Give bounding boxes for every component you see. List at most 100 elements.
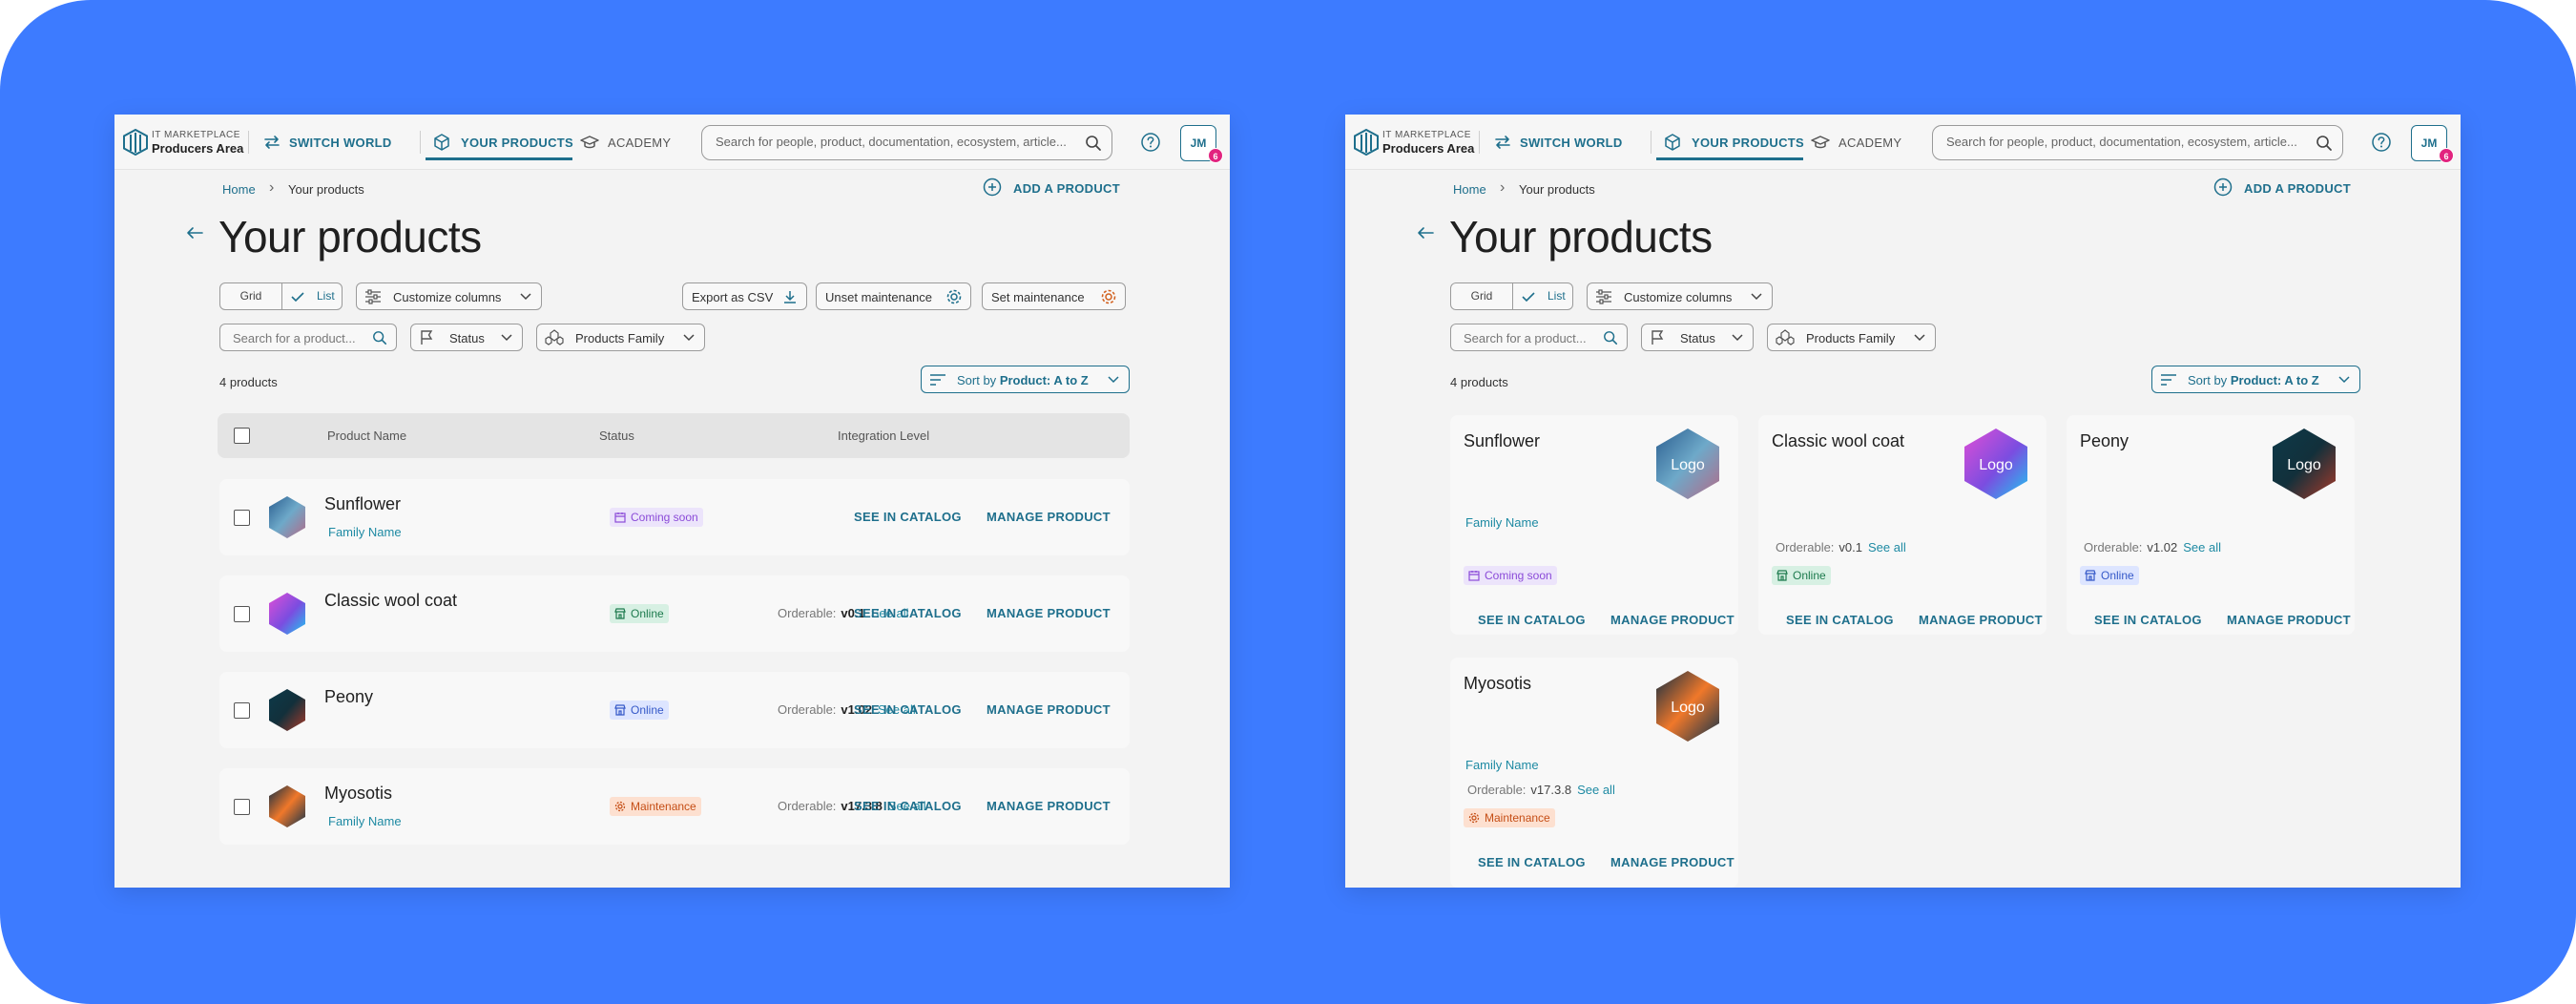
grid-view-button[interactable]: Grid: [1451, 283, 1513, 309]
see-in-catalog-link[interactable]: SEE IN CATALOG: [854, 510, 962, 524]
switch-world-link[interactable]: SWITCH WORLD: [289, 136, 392, 150]
help-icon[interactable]: [1140, 132, 1161, 153]
customize-columns-button[interactable]: Customize columns: [356, 282, 542, 310]
back-arrow-icon[interactable]: [1416, 225, 1435, 241]
check-icon: [291, 292, 304, 303]
customize-columns-button[interactable]: Customize columns: [1587, 282, 1773, 310]
logo-text: Logo: [1979, 457, 2013, 473]
chevron-down-icon: [520, 293, 531, 301]
status-badge: Maintenance: [1464, 808, 1555, 827]
product-name[interactable]: Sunflower: [1464, 431, 1540, 451]
manage-product-link[interactable]: MANAGE PRODUCT: [1610, 855, 1735, 869]
manage-product-link[interactable]: MANAGE PRODUCT: [987, 606, 1111, 620]
user-avatar[interactable]: JM 6: [1180, 125, 1223, 163]
manage-product-link[interactable]: MANAGE PRODUCT: [987, 702, 1111, 717]
list-view-button[interactable]: List: [282, 283, 342, 309]
unset-maintenance-button[interactable]: Unset maintenance: [816, 282, 971, 310]
search-icon: [373, 331, 387, 345]
manage-product-link[interactable]: MANAGE PRODUCT: [987, 510, 1111, 524]
column-integration-level[interactable]: Integration Level: [838, 429, 929, 443]
global-search-input[interactable]: [716, 135, 1069, 149]
product-logo: Logo: [1964, 429, 2027, 499]
notification-badge: 6: [2439, 148, 2454, 163]
search-icon[interactable]: [2316, 135, 2333, 152]
see-in-catalog-link[interactable]: SEE IN CATALOG: [2094, 613, 2202, 627]
family-name-link[interactable]: Family Name: [328, 525, 402, 539]
sort-icon: [2161, 374, 2176, 386]
products-family-filter[interactable]: Products Family: [536, 324, 705, 351]
search-icon[interactable]: [1085, 135, 1102, 152]
product-name[interactable]: Peony: [324, 687, 373, 707]
breadcrumb-chevron-icon: ›: [269, 179, 275, 196]
tab-academy[interactable]: ACADEMY: [1839, 136, 1901, 150]
global-search-input[interactable]: [1946, 135, 2299, 149]
logo-text: Logo: [2287, 457, 2321, 473]
product-search[interactable]: Search for a product...: [1450, 324, 1628, 351]
switch-world-link[interactable]: SWITCH WORLD: [1520, 136, 1623, 150]
orderable-info: Orderable: v17.3.8 See all: [1467, 783, 1615, 797]
grid-view-button[interactable]: Grid: [220, 283, 282, 309]
see-all-link[interactable]: See all: [1868, 540, 1906, 554]
product-logo: Logo: [1656, 671, 1719, 742]
store-icon: [614, 608, 626, 619]
orderable-label: Orderable:: [2084, 540, 2143, 554]
status-filter[interactable]: Status: [410, 324, 523, 351]
tab-your-products[interactable]: YOUR PRODUCTS: [461, 136, 573, 150]
status-filter[interactable]: Status: [1641, 324, 1754, 351]
see-in-catalog-link[interactable]: SEE IN CATALOG: [1478, 855, 1586, 869]
column-status[interactable]: Status: [599, 429, 634, 443]
global-search[interactable]: [1932, 125, 2343, 160]
tab-your-products[interactable]: YOUR PRODUCTS: [1692, 136, 1804, 150]
see-in-catalog-link[interactable]: SEE IN CATALOG: [854, 799, 962, 813]
status-badge: Maintenance: [610, 797, 701, 816]
manage-product-link[interactable]: MANAGE PRODUCT: [987, 799, 1111, 813]
see-in-catalog-link[interactable]: SEE IN CATALOG: [854, 606, 962, 620]
user-avatar[interactable]: JM 6: [2411, 125, 2454, 163]
products-family-filter[interactable]: Products Family: [1767, 324, 1936, 351]
row-checkbox[interactable]: [234, 799, 250, 815]
tab-academy[interactable]: ACADEMY: [608, 136, 671, 150]
see-in-catalog-link[interactable]: SEE IN CATALOG: [854, 702, 962, 717]
status-text: Coming soon: [1485, 569, 1552, 582]
academy-cap-icon: [1811, 136, 1830, 149]
store-icon: [2085, 570, 2096, 581]
row-checkbox[interactable]: [234, 702, 250, 719]
product-name[interactable]: Sunflower: [324, 494, 401, 514]
logo-mark-icon: [123, 129, 148, 156]
manage-product-link[interactable]: MANAGE PRODUCT: [1610, 613, 1735, 627]
help-icon[interactable]: [2371, 132, 2392, 153]
manage-product-link[interactable]: MANAGE PRODUCT: [1919, 613, 2043, 627]
row-checkbox[interactable]: [234, 606, 250, 622]
see-in-catalog-link[interactable]: SEE IN CATALOG: [1478, 613, 1586, 627]
see-in-catalog-link[interactable]: SEE IN CATALOG: [1786, 613, 1894, 627]
family-name-link[interactable]: Family Name: [328, 814, 402, 828]
product-name[interactable]: Myosotis: [324, 784, 392, 804]
family-icon: [545, 329, 564, 345]
product-logo: [269, 496, 305, 538]
product-name[interactable]: Classic wool coat: [1772, 431, 1904, 451]
back-arrow-icon[interactable]: [185, 225, 204, 241]
see-all-link[interactable]: See all: [1577, 783, 1615, 797]
sort-dropdown[interactable]: Sort by Product: A to Z: [921, 366, 1130, 393]
logo-text: Logo: [1671, 700, 1705, 716]
family-name-link[interactable]: Family Name: [1465, 758, 1539, 772]
list-view-button[interactable]: List: [1513, 283, 1572, 309]
sort-dropdown[interactable]: Sort by Product: A to Z: [2151, 366, 2360, 393]
set-maintenance-button[interactable]: Set maintenance: [982, 282, 1126, 310]
select-all-checkbox[interactable]: [234, 428, 250, 444]
product-name[interactable]: Peony: [2080, 431, 2129, 451]
product-logo: Logo: [2273, 429, 2336, 499]
breadcrumb-home[interactable]: Home: [1453, 182, 1486, 197]
product-name[interactable]: Classic wool coat: [324, 591, 457, 611]
family-name-link[interactable]: Family Name: [1465, 515, 1539, 530]
column-product-name[interactable]: Product Name: [327, 429, 406, 443]
breadcrumb-home[interactable]: Home: [222, 182, 256, 197]
product-name[interactable]: Myosotis: [1464, 674, 1531, 694]
product-search[interactable]: Search for a product...: [219, 324, 397, 351]
row-checkbox[interactable]: [234, 510, 250, 526]
global-search[interactable]: [701, 125, 1112, 160]
see-all-link[interactable]: See all: [2183, 540, 2221, 554]
manage-product-link[interactable]: MANAGE PRODUCT: [2227, 613, 2351, 627]
status-badge: Online: [1772, 566, 1831, 585]
export-csv-button[interactable]: Export as CSV: [682, 282, 807, 310]
